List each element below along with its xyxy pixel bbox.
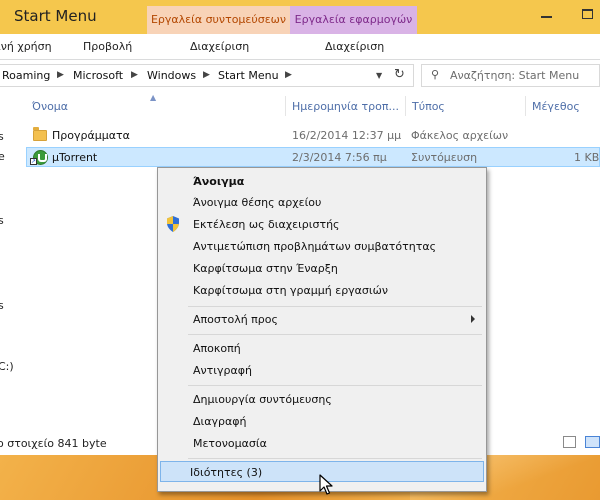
column-header-size[interactable]: Μέγεθος: [532, 100, 580, 113]
menu-item-create-shortcut[interactable]: Δημιουργία συντόμευσης: [160, 389, 484, 410]
breadcrumb-start-menu[interactable]: Start Menu: [218, 69, 279, 82]
large-icons-view-button[interactable]: [585, 436, 600, 448]
menu-item-pin-start[interactable]: Καρφίτσωμα στην Έναρξη: [160, 258, 484, 279]
chevron-right-icon[interactable]: ▶: [57, 70, 64, 80]
file-row-utorrent[interactable]: ↗ µTorrent 2/3/2014 7:56 πμ Συντόμευση 1…: [26, 147, 600, 167]
address-bar[interactable]: Roaming ▶ Microsoft ▶ Windows ▶ Start Me…: [0, 64, 414, 87]
window-title: Start Menu: [14, 7, 97, 25]
tab-view[interactable]: Προβολή: [83, 40, 132, 53]
shortcut-icon: ↗: [30, 158, 37, 165]
column-header-date[interactable]: Ημερομηνία τροπ...: [292, 100, 399, 113]
tab-share[interactable]: ινή χρήση: [0, 40, 52, 53]
maximize-button[interactable]: [582, 9, 593, 19]
column-divider[interactable]: [405, 96, 406, 116]
menu-separator: [188, 458, 482, 459]
menu-item-label: Διαγραφή: [193, 415, 247, 428]
chevron-right-icon[interactable]: ▶: [131, 70, 138, 80]
menu-item-label: Ιδιότητες (3): [190, 466, 263, 479]
file-date: 2/3/2014 7:56 πμ: [292, 151, 387, 164]
chevron-right-icon[interactable]: ▶: [203, 70, 210, 80]
chevron-down-icon[interactable]: ▼: [376, 71, 382, 80]
menu-item-label: Αποστολή προς: [193, 313, 278, 326]
menu-item-run-as-admin[interactable]: Εκτέλεση ως διαχειριστής: [160, 214, 484, 235]
nav-item[interactable]: s: [0, 130, 4, 143]
nav-item-drive-c[interactable]: C:): [0, 360, 14, 373]
file-type: Συντόμευση: [411, 151, 478, 164]
file-row-programs[interactable]: Προγράμματα 16/2/2014 12:37 μμ Φάκελος α…: [26, 126, 600, 146]
menu-item-label: Εκτέλεση ως διαχειριστής: [193, 218, 340, 231]
chevron-right-icon[interactable]: ▶: [285, 70, 292, 80]
folder-icon: [33, 127, 47, 141]
column-divider[interactable]: [285, 96, 286, 116]
menu-item-label: Αποκοπή: [193, 342, 241, 355]
menu-item-open[interactable]: Άνοιγμα: [160, 171, 484, 192]
ribbon-tabs: ινή χρήση Προβολή Διαχείριση Διαχείριση: [0, 34, 600, 60]
nav-item[interactable]: s: [0, 299, 4, 312]
breadcrumb-microsoft[interactable]: Microsoft: [73, 69, 123, 82]
menu-item-label: Άνοιγμα θέσης αρχείου: [193, 196, 322, 209]
context-menu: Άνοιγμα Άνοιγμα θέσης αρχείου Εκτέλεση ω…: [157, 167, 487, 492]
details-view-button[interactable]: [563, 436, 576, 448]
breadcrumb-windows[interactable]: Windows: [147, 69, 196, 82]
minimize-button[interactable]: [541, 16, 552, 18]
menu-separator: [188, 334, 482, 335]
menu-item-cut[interactable]: Αποκοπή: [160, 338, 484, 359]
submenu-arrow-icon: [471, 315, 475, 323]
menu-item-label: Αντιμετώπιση προβλημάτων συμβατότητας: [193, 240, 437, 253]
tab-shortcut-tools[interactable]: Εργαλεία συντομεύσεων: [147, 6, 290, 34]
menu-item-troubleshoot[interactable]: Αντιμετώπιση προβλημάτων συμβατότητας: [160, 236, 484, 257]
tab-manage-app[interactable]: Διαχείριση: [325, 40, 384, 53]
file-date: 16/2/2014 12:37 μμ: [292, 129, 402, 142]
status-text: ο στοιχείο 841 byte: [0, 437, 107, 450]
menu-item-label: Καρφίτσωμα στην Έναρξη: [193, 262, 338, 275]
column-header-name[interactable]: Όνομα: [32, 100, 68, 113]
breadcrumb-roaming[interactable]: Roaming: [2, 69, 50, 82]
menu-item-label: Μετονομασία: [193, 437, 267, 450]
menu-item-send-to[interactable]: Αποστολή προς: [160, 309, 484, 330]
tab-app-tools[interactable]: Εργαλεία εφαρμογών: [290, 6, 417, 34]
tab-manage-shortcut[interactable]: Διαχείριση: [190, 40, 249, 53]
search-input[interactable]: ⚲ Αναζήτηση: Start Menu: [421, 64, 600, 87]
menu-separator: [188, 385, 482, 386]
mouse-cursor-icon: [319, 474, 333, 495]
title-bar: Start Menu Εργαλεία συντομεύσεων Εργαλεί…: [0, 0, 600, 34]
address-row: Roaming ▶ Microsoft ▶ Windows ▶ Start Me…: [0, 60, 600, 90]
nav-item[interactable]: s: [0, 214, 4, 227]
menu-item-label: Αντιγραφή: [193, 364, 252, 377]
search-icon: ⚲: [431, 68, 440, 81]
file-type: Φάκελος αρχείων: [411, 129, 509, 142]
menu-item-pin-taskbar[interactable]: Καρφίτσωμα στη γραμμή εργασιών: [160, 280, 484, 301]
menu-item-delete[interactable]: Διαγραφή: [160, 411, 484, 432]
column-header-type[interactable]: Τύπος: [412, 100, 445, 113]
column-divider[interactable]: [525, 96, 526, 116]
file-name: Προγράμματα: [52, 129, 130, 142]
nav-item[interactable]: e: [0, 150, 5, 163]
refresh-icon[interactable]: ↻: [394, 67, 405, 82]
file-size: 1 KB: [574, 151, 600, 164]
menu-item-copy[interactable]: Αντιγραφή: [160, 360, 484, 381]
menu-item-label: Δημιουργία συντόμευσης: [193, 393, 332, 406]
menu-separator: [188, 306, 482, 307]
navigation-pane[interactable]: s e s s C:): [0, 90, 22, 430]
search-placeholder: Αναζήτηση: Start Menu: [450, 69, 580, 82]
sort-ascending-icon: ▲: [150, 93, 157, 102]
shield-icon: [167, 216, 179, 232]
menu-item-open-location[interactable]: Άνοιγμα θέσης αρχείου: [160, 192, 484, 213]
menu-item-label: Άνοιγμα: [193, 175, 245, 188]
file-name: µTorrent: [52, 151, 98, 164]
menu-item-rename[interactable]: Μετονομασία: [160, 433, 484, 454]
menu-item-label: Καρφίτσωμα στη γραμμή εργασιών: [193, 284, 388, 297]
